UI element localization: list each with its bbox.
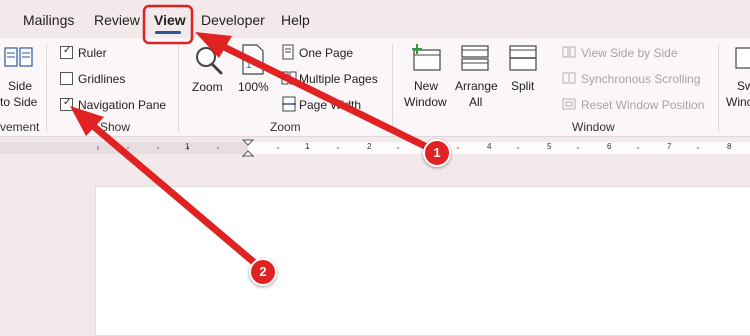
annotation-badge-1: 1	[423, 139, 451, 167]
view-tab-highlight-box	[142, 4, 194, 45]
arrow-2	[70, 106, 267, 274]
arrow-1	[195, 32, 441, 156]
annotation-overlay	[70, 4, 441, 274]
annotation-badge-2: 2	[249, 258, 277, 286]
